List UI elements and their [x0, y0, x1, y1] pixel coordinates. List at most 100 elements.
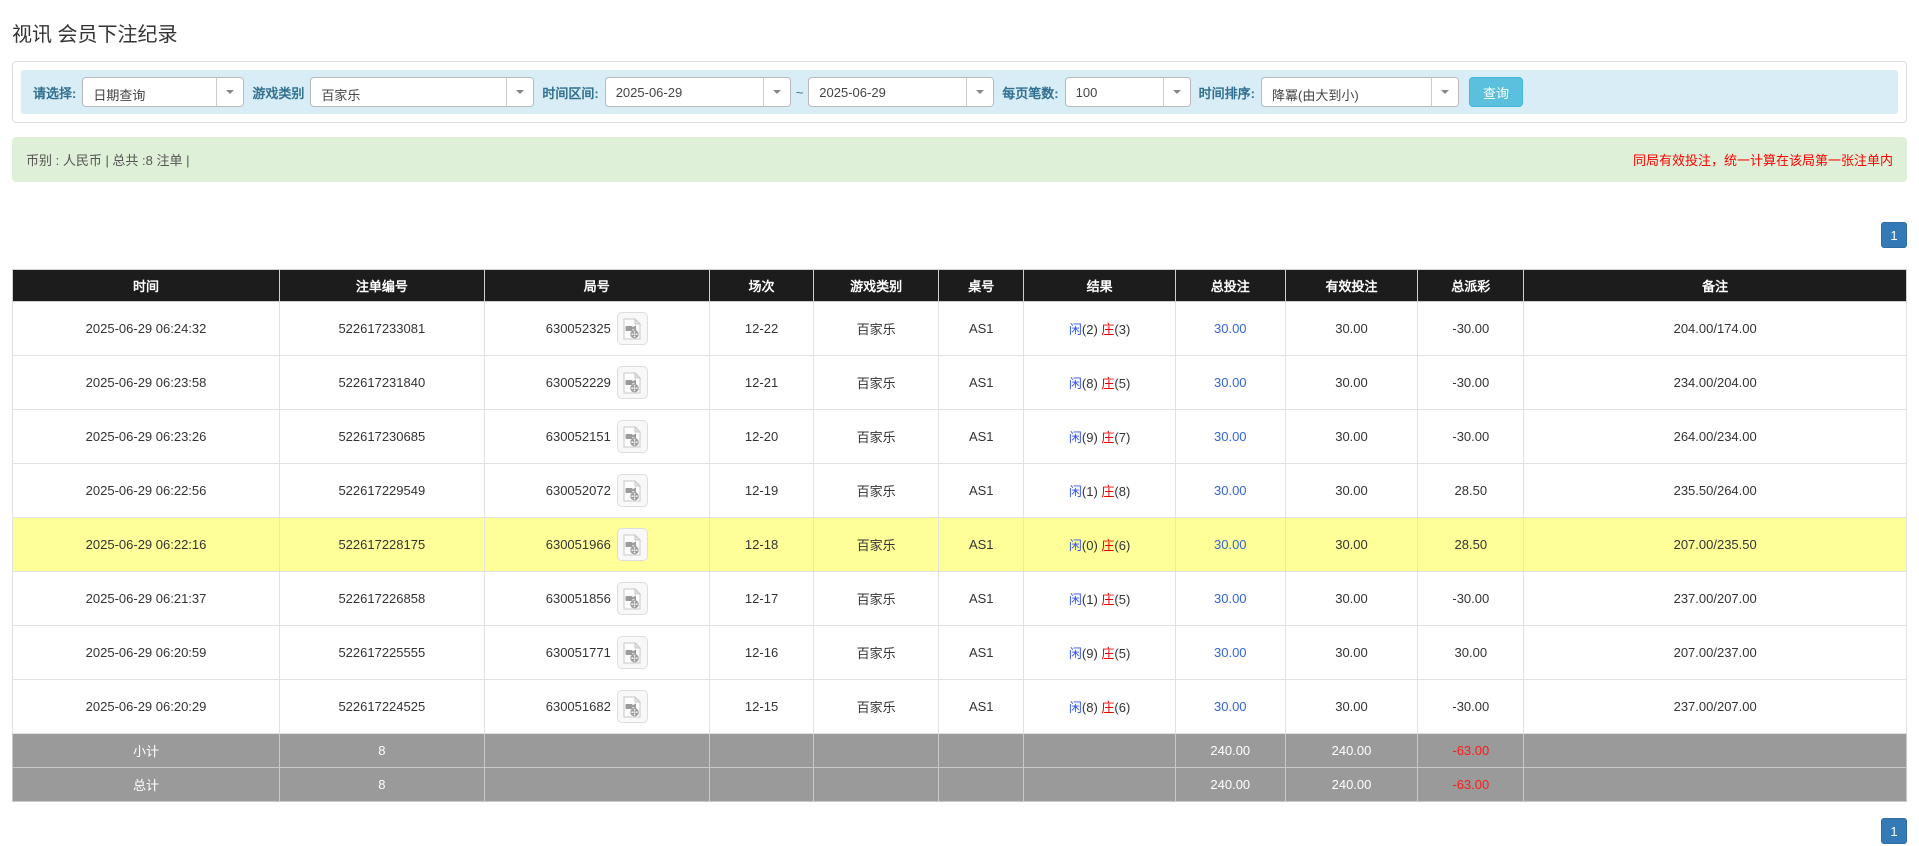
bet-number-cell: 522617224525 [279, 679, 485, 734]
round-number: 630052151 [545, 429, 611, 444]
session-cell: 12-21 [708, 355, 815, 410]
result-cell: 闲(0) 庄(6) [1023, 517, 1176, 572]
game-type-cell: 百家乐 [813, 355, 940, 410]
total-bet-link[interactable]: 30.00 [1214, 537, 1247, 552]
bet-number-cell: 522617230685 [279, 409, 485, 464]
player-label: 闲 [1068, 592, 1082, 607]
game-type-label: 游戏类别 [252, 85, 305, 101]
chevron-down-icon[interactable] [762, 78, 790, 106]
chevron-down-icon[interactable] [966, 78, 994, 106]
total-bet-link[interactable]: 30.00 [1214, 429, 1247, 444]
query-type-dropdown[interactable]: 日期查询 [82, 77, 245, 107]
time-cell: 2025-06-29 06:21:37 [11, 571, 281, 626]
sort-order-dropdown[interactable]: 降冪(由大到小) [1260, 77, 1459, 107]
total-bet-link[interactable]: 30.00 [1214, 321, 1247, 336]
empty-cell [813, 767, 940, 802]
chevron-down-icon[interactable] [1430, 78, 1458, 106]
date-from-value: 2025-06-29 [615, 85, 683, 100]
time-cell: 2025-06-29 06:20:29 [11, 679, 281, 734]
date-from-picker[interactable]: 2025-06-29 [604, 77, 791, 107]
note-cell: 235.50/264.00 [1523, 463, 1907, 518]
total-bet-link[interactable]: 30.00 [1214, 591, 1247, 606]
round-number-cell: 630052229 [483, 355, 710, 410]
page-title: 视讯 会员下注纪录 [12, 24, 178, 46]
game-type-dropdown[interactable]: 百家乐 [310, 77, 535, 107]
summary-bar: 币别 : 人民币 | 总共 :8 注单 | 同局有效投注，统一计算在该局第一张注… [12, 137, 1907, 182]
column-header-1: 注单编号 [279, 269, 485, 302]
empty-cell [813, 733, 940, 768]
video-record-icon[interactable] [616, 690, 648, 723]
video-record-icon[interactable] [616, 636, 648, 669]
empty-cell [1023, 767, 1176, 802]
note-cell: 204.00/174.00 [1523, 301, 1907, 356]
video-record-icon[interactable] [616, 474, 648, 507]
chevron-down-icon[interactable] [216, 78, 244, 106]
per-page-label: 每页笔数: [1002, 85, 1059, 101]
round-number-cell: 630051682 [483, 679, 710, 734]
game-type-cell: 百家乐 [813, 301, 940, 356]
summary-total-bet-cell: 240.00 [1174, 767, 1286, 802]
empty-cell [1023, 733, 1176, 768]
date-to-picker[interactable]: 2025-06-29 [808, 77, 995, 107]
valid-bet-cell: 30.00 [1284, 625, 1419, 680]
search-button[interactable]: 查询 [1468, 77, 1523, 107]
payout-cell: -30.00 [1417, 301, 1525, 356]
table-row: 2025-06-29 06:21:37 522617226858 630051856… [11, 571, 1907, 626]
time-cell: 2025-06-29 06:23:26 [11, 409, 281, 464]
video-record-icon[interactable] [616, 312, 648, 345]
total-bet-link[interactable]: 30.00 [1214, 483, 1247, 498]
column-header-6: 结果 [1023, 269, 1176, 302]
banker-label: 庄 [1101, 646, 1115, 661]
session-cell: 12-16 [708, 625, 815, 680]
summary-label-cell: 小计 [11, 733, 281, 768]
time-range-label: 时间区间: [542, 85, 599, 101]
select-type-label: 请选择: [33, 85, 77, 101]
total-bet-link[interactable]: 30.00 [1214, 699, 1247, 714]
banker-label: 庄 [1101, 700, 1115, 715]
video-record-icon[interactable] [616, 528, 648, 561]
total-bet-link[interactable]: 30.00 [1214, 645, 1247, 660]
table-row: 2025-06-29 06:20:29 522617224525 630051682… [11, 679, 1907, 734]
chevron-down-icon[interactable] [1162, 78, 1190, 106]
round-number-cell: 630051856 [483, 571, 710, 626]
currency-summary-text: 币别 : 人民币 | 总共 :8 注单 | [26, 153, 190, 168]
empty-cell [938, 733, 1025, 768]
result-cell: 闲(9) 庄(5) [1023, 625, 1176, 680]
total-bet-cell: 30.00 [1174, 409, 1286, 464]
payout-cell: -30.00 [1417, 409, 1525, 464]
table-header-row: 时间 注单编号 局号 场次 游戏类别 桌号 结果 总投注 有效投注 总派彩 备注 [11, 269, 1907, 302]
page-1-button[interactable]: 1 [1881, 222, 1907, 248]
pagination-top: 1 [12, 222, 1907, 248]
banker-label: 庄 [1101, 592, 1115, 607]
bet-number-cell: 522617226858 [279, 571, 485, 626]
session-cell: 12-15 [708, 679, 815, 734]
video-record-icon[interactable] [616, 582, 648, 615]
game-type-cell: 百家乐 [813, 625, 940, 680]
game-type-cell: 百家乐 [813, 463, 940, 518]
payout-cell: -30.00 [1417, 679, 1525, 734]
result-cell: 闲(1) 庄(8) [1023, 463, 1176, 518]
video-record-icon[interactable] [616, 366, 648, 399]
page-1-button[interactable]: 1 [1881, 818, 1907, 844]
table-number-cell: AS1 [938, 301, 1025, 356]
total-bet-cell: 30.00 [1174, 679, 1286, 734]
column-header-3: 场次 [708, 269, 815, 302]
player-label: 闲 [1068, 322, 1082, 337]
video-record-icon[interactable] [616, 420, 648, 453]
per-page-dropdown[interactable]: 100 [1064, 77, 1191, 107]
betting-records-table: 时间 注单编号 局号 场次 游戏类别 桌号 结果 总投注 有效投注 总派彩 备注 2025-06-2… [11, 269, 1907, 802]
table-number-cell: AS1 [938, 409, 1025, 464]
bet-number-cell: 522617228175 [279, 517, 485, 572]
table-row: 2025-06-29 06:23:58 522617231840 630052229… [11, 355, 1907, 410]
bet-number-cell: 522617233081 [279, 301, 485, 356]
payout-cell: 30.00 [1417, 625, 1525, 680]
empty-cell [1523, 733, 1907, 768]
total-bet-cell: 30.00 [1174, 517, 1286, 572]
chevron-down-icon[interactable] [506, 78, 534, 106]
note-cell: 234.00/204.00 [1523, 355, 1907, 410]
result-cell: 闲(8) 庄(6) [1023, 679, 1176, 734]
column-header-5: 桌号 [938, 269, 1025, 302]
column-header-8: 有效投注 [1284, 269, 1419, 302]
player-label: 闲 [1068, 538, 1082, 553]
total-bet-link[interactable]: 30.00 [1214, 375, 1247, 390]
